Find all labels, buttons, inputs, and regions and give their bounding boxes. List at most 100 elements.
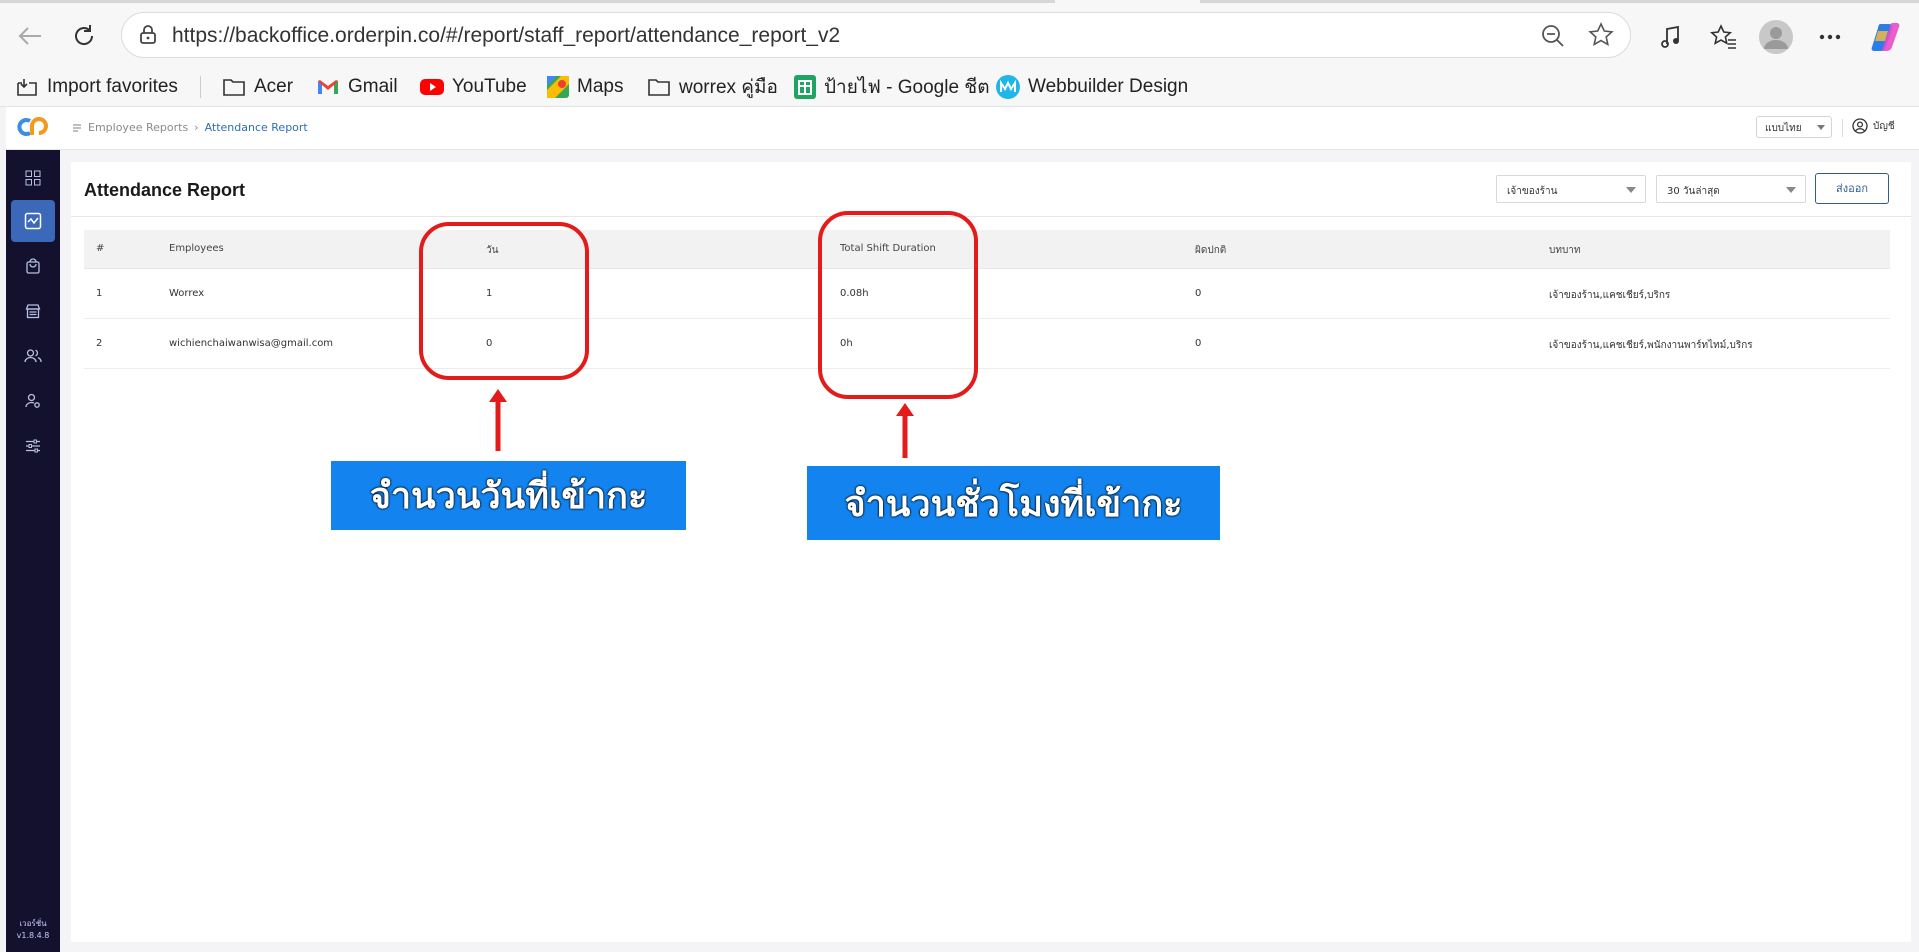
bookmark-acer[interactable]: Acer — [222, 74, 293, 100]
sheets-icon — [794, 75, 816, 99]
refresh-button[interactable] — [66, 18, 102, 54]
bookmark-youtube[interactable]: YouTube — [420, 74, 527, 100]
more-dots-icon — [1819, 34, 1841, 40]
sidebar-item-orders[interactable] — [11, 245, 55, 287]
settings-more-button[interactable] — [1812, 19, 1848, 55]
cell-number: 1 — [96, 288, 103, 299]
browser-toolbar: https://backoffice.orderpin.co/#/report/… — [0, 4, 1919, 66]
sidebar-item-store[interactable] — [11, 290, 55, 332]
breadcrumb-parent[interactable]: Employee Reports — [88, 121, 188, 134]
breadcrumb-list-icon — [73, 123, 81, 132]
profile-button[interactable] — [1758, 19, 1794, 55]
sidebar-item-settings[interactable] — [11, 425, 55, 467]
folder-icon — [223, 79, 245, 96]
bookmark-label: Import favorites — [47, 76, 178, 97]
table-header: # Employees วัน Total Shift Duration ผิด… — [84, 230, 1890, 269]
language-value: แบบไทย — [1765, 123, 1802, 134]
chevron-down-icon — [1626, 187, 1636, 193]
account-button[interactable]: บัญชี — [1852, 118, 1895, 134]
youtube-icon — [420, 79, 444, 95]
cell-employee: Worrex — [169, 288, 205, 299]
dashboard-grid-icon — [25, 170, 41, 186]
column-header-roles: บทบาท — [1549, 245, 1581, 256]
arrow-up-icon — [896, 403, 914, 458]
bookmark-label: Gmail — [348, 76, 398, 97]
zoom-out-icon[interactable] — [1540, 23, 1566, 49]
breadcrumb-separator: › — [194, 121, 199, 134]
sidebar-item-dashboard[interactable] — [11, 157, 55, 199]
bookmark-label: Webbuilder Design — [1028, 76, 1189, 97]
cell-employee: wichienchaiwanwisa@gmail.com — [169, 338, 334, 349]
days-annotation-label: จำนวนวันที่เข้ากะ — [331, 461, 686, 530]
bookmark-import-favorites[interactable]: Import favorites — [15, 74, 178, 100]
store-icon — [25, 304, 41, 319]
maps-icon — [547, 76, 569, 98]
version-number: v1.8.4.8 — [16, 931, 50, 940]
bookmark-separator — [200, 76, 201, 98]
arrow-up-icon — [489, 389, 507, 451]
bookmark-label: YouTube — [452, 76, 527, 97]
hours-annotation-label: จำนวนชั่วโมงที่เข้ากะ — [807, 466, 1220, 540]
hours-highlight-box — [818, 211, 978, 399]
language-select[interactable]: แบบไทย — [1756, 116, 1832, 138]
favorites-button[interactable] — [1706, 19, 1742, 55]
orderpin-logo[interactable] — [16, 115, 50, 139]
cell-number: 2 — [96, 338, 103, 349]
column-header-number: # — [96, 243, 105, 254]
column-header-abnormal: ผิดปกติ — [1195, 245, 1227, 256]
url-text[interactable]: https://backoffice.orderpin.co/#/report/… — [172, 24, 840, 48]
report-card: Attendance Report เจ้าของร้าน 30 วันล่าส… — [71, 162, 1911, 942]
media-control-button[interactable] — [1653, 19, 1689, 55]
bookmark-maps[interactable]: Maps — [547, 74, 623, 100]
copilot-button[interactable] — [1868, 19, 1904, 55]
gmail-icon — [318, 80, 338, 94]
page-title: Attendance Report — [84, 180, 246, 200]
sidebar-item-user-settings[interactable] — [11, 380, 55, 422]
bookmark-label: worrex คู่มือ — [679, 77, 778, 98]
copilot-icon — [1871, 23, 1900, 51]
cell-roles: เจ้าของร้าน,แคชเชียร์,บริกร — [1549, 290, 1671, 301]
cell-abnormal: 0 — [1195, 288, 1202, 299]
date-range-value: 30 วันล่าสุด — [1667, 186, 1720, 197]
music-note-icon — [1661, 25, 1679, 48]
account-label: บัญชี — [1873, 120, 1895, 132]
version-label: เวอร์ชั่น — [19, 919, 47, 928]
version-info: เวอร์ชั่น v1.8.4.8 — [6, 918, 60, 942]
import-icon — [17, 79, 37, 96]
table-row[interactable]: 2 wichienchaiwanwisa@gmail.com 0 0h 0 เจ… — [84, 319, 1890, 369]
export-button[interactable]: ส่งออก — [1815, 173, 1889, 204]
shopping-bag-icon — [26, 258, 40, 274]
header-divider — [1842, 119, 1843, 137]
breadcrumb: Employee Reports › Attendance Report — [72, 121, 308, 134]
cell-abnormal: 0 — [1195, 338, 1202, 349]
sidebar-item-staff[interactable] — [11, 335, 55, 377]
favorite-star-icon[interactable] — [1588, 22, 1614, 48]
role-filter-select[interactable]: เจ้าของร้าน — [1496, 175, 1646, 203]
cell-roles: เจ้าของร้าน,แคชเชียร์,พนักงานพาร์ทไทม์,บ… — [1549, 340, 1753, 351]
address-bar[interactable]: https://backoffice.orderpin.co/#/report/… — [121, 12, 1631, 58]
avatar-icon — [1759, 20, 1793, 54]
refresh-icon — [75, 25, 94, 45]
bookmarks-bar: Import favorites Acer Gmail YouTube Maps… — [0, 66, 1919, 107]
days-highlight-box — [419, 222, 589, 380]
chevron-down-icon — [1786, 187, 1796, 193]
bookmark-label: ป้ายไฟ - Google ชีต — [824, 77, 990, 98]
user-settings-icon — [25, 393, 40, 408]
column-header-employees: Employees — [169, 243, 224, 254]
bookmark-gmail[interactable]: Gmail — [316, 74, 398, 100]
bookmark-google-sheets[interactable]: ป้ายไฟ - Google ชีต — [794, 74, 990, 100]
role-filter-value: เจ้าของร้าน — [1507, 186, 1558, 197]
user-circle-icon — [1852, 118, 1868, 134]
bookmark-worrex-manual[interactable]: worrex คู่มือ — [647, 74, 778, 100]
bookmark-webbuilder[interactable]: Webbuilder Design — [996, 74, 1188, 100]
sidebar-item-reports[interactable] — [11, 200, 55, 242]
folder-icon — [648, 79, 670, 96]
back-button[interactable] — [12, 18, 48, 54]
favorites-list-icon — [1710, 24, 1736, 49]
date-range-select[interactable]: 30 วันล่าสุด — [1656, 175, 1806, 203]
table-row[interactable]: 1 Worrex 1 0.08h 0 เจ้าของร้าน,แคชเชียร์… — [84, 269, 1890, 319]
site-info-icon[interactable] — [136, 23, 160, 47]
sliders-icon — [26, 439, 40, 453]
chevron-down-icon — [1817, 125, 1825, 130]
users-icon — [24, 349, 42, 363]
